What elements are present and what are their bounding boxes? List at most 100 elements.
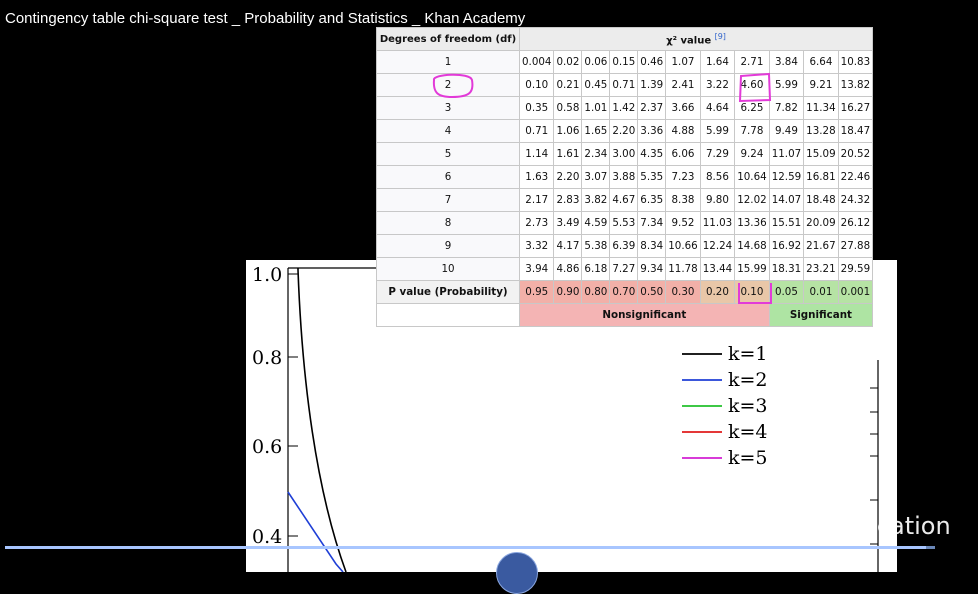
x2-value-cell: 1.61 (553, 142, 583, 166)
y-tick-label: 1.0 (252, 264, 282, 286)
df-cell: 3 (376, 96, 520, 120)
legend-label: k=5 (728, 447, 768, 469)
x2-value-cell: 3.07 (581, 165, 611, 189)
significance-row: Nonsignificant Significant (376, 303, 874, 327)
p-value-cell: 0.30 (665, 280, 701, 304)
legend-label: k=2 (728, 369, 768, 391)
x2-value-cell: 7.29 (699, 142, 736, 166)
x2-value-cell: 2.20 (609, 119, 639, 143)
x2-value-cell: 0.02 (553, 50, 583, 74)
x2-value-cell: 6.18 (581, 257, 611, 281)
x2-value-cell: 26.12 (837, 211, 874, 235)
x2-value-cell: 2.17 (518, 188, 555, 212)
x2-header: χ² value [9] (518, 27, 874, 51)
x2-value-cell: 20.09 (803, 211, 839, 235)
table-row: 4 0.71 1.06 1.65 2.20 3.36 4.88 5.99 7.78 9.49 13.… (376, 119, 874, 143)
x2-value-cell: 3.84 (768, 50, 805, 74)
x2-value-cell: 0.46 (637, 50, 667, 74)
x2-value-cell: 13.28 (803, 119, 839, 143)
x2-value-cell: 1.06 (553, 119, 583, 143)
x2-value-cell: 1.65 (581, 119, 611, 143)
df-cell: 8 (376, 211, 520, 235)
x2-value-cell: 5.53 (609, 211, 639, 235)
p-value-label: P value (Probability) (376, 280, 520, 304)
x2-value-cell: 10.64 (734, 165, 770, 189)
legend-label: k=4 (728, 421, 768, 443)
p-value-cell: 0.10 (734, 280, 770, 304)
x2-value-cell: 2.83 (553, 188, 583, 212)
x2-value-cell: 6.35 (637, 188, 667, 212)
x2-value-cell: 3.22 (699, 73, 736, 97)
x2-value-cell: 6.06 (665, 142, 701, 166)
legend-label: k=3 (728, 395, 768, 417)
x2-value-cell: 20.52 (837, 142, 874, 166)
df-cell: 5 (376, 142, 520, 166)
x2-value-cell: 4.88 (665, 119, 701, 143)
x2-value-cell: 0.71 (518, 119, 555, 143)
x2-value-cell: 12.02 (734, 188, 770, 212)
x2-value-cell: 21.67 (803, 234, 839, 258)
x2-value-cell: 1.14 (518, 142, 555, 166)
x2-value-cell: 13.44 (699, 257, 736, 281)
p-value-cell: 0.01 (803, 280, 839, 304)
x2-value-cell: 8.34 (637, 234, 667, 258)
x2-value-cell: 11.78 (665, 257, 701, 281)
df-cell: 9 (376, 234, 520, 258)
watermark-text: PythonEducation (748, 512, 951, 540)
x2-value-cell: 23.21 (803, 257, 839, 281)
x2-ref-link[interactable]: [9] (715, 32, 726, 41)
x2-value-cell: 2.73 (518, 211, 555, 235)
x2-value-cell: 7.78 (734, 119, 770, 143)
x2-value-cell: 6.64 (803, 50, 839, 74)
x2-value-cell: 0.71 (609, 73, 639, 97)
x2-value-cell: 0.45 (581, 73, 611, 97)
p-value-cell: 0.70 (609, 280, 639, 304)
x2-value-cell: 10.66 (665, 234, 701, 258)
x2-value-cell: 0.58 (553, 96, 583, 120)
x2-value-cell: 3.36 (637, 119, 667, 143)
y-tick-label: 0.8 (252, 347, 282, 369)
df-cell: 7 (376, 188, 520, 212)
x2-value-cell: 4.86 (553, 257, 583, 281)
x2-value-cell: 11.03 (699, 211, 736, 235)
x2-value-cell: 0.35 (518, 96, 555, 120)
x2-value-cell: 9.80 (699, 188, 736, 212)
x2-value-cell: 4.60 (734, 73, 770, 97)
x2-value-cell: 3.82 (581, 188, 611, 212)
x2-value-cell: 1.63 (518, 165, 555, 189)
x2-value-cell: 3.66 (665, 96, 701, 120)
x2-value-cell: 10.83 (837, 50, 874, 74)
p-value-cell: 0.001 (837, 280, 874, 304)
x2-value-cell: 27.88 (837, 234, 874, 258)
significant-label: Significant (768, 303, 874, 327)
x2-value-cell: 24.32 (837, 188, 874, 212)
df-cell: 10 (376, 257, 520, 281)
p-value-cell: 0.95 (518, 280, 555, 304)
curve-k1 (297, 268, 347, 572)
progress-bar[interactable] (5, 546, 935, 549)
x2-header-label: χ² value (666, 35, 712, 47)
play-button[interactable] (496, 552, 538, 594)
x2-value-cell: 5.99 (699, 119, 736, 143)
df-cell: 6 (376, 165, 520, 189)
x2-value-cell: 5.35 (637, 165, 667, 189)
x2-value-cell: 4.17 (553, 234, 583, 258)
x2-value-cell: 16.92 (768, 234, 805, 258)
x2-value-cell: 7.82 (768, 96, 805, 120)
x2-value-cell: 0.15 (609, 50, 639, 74)
x2-value-cell: 8.56 (699, 165, 736, 189)
x2-value-cell: 3.94 (518, 257, 555, 281)
table-row: 2 0.10 0.21 0.45 0.71 1.39 2.41 3.22 4.60 5.99 9.2… (376, 73, 874, 97)
blank-cell (376, 303, 520, 327)
x2-value-cell: 1.42 (609, 96, 639, 120)
x2-value-cell: 8.38 (665, 188, 701, 212)
x2-value-cell: 13.82 (837, 73, 874, 97)
x2-value-cell: 14.68 (734, 234, 770, 258)
legend-label: k=1 (728, 343, 768, 365)
progress-fill (5, 546, 926, 549)
table-row: 8 2.73 3.49 4.59 5.53 7.34 9.52 11.03 13.36 15.51… (376, 211, 874, 235)
x2-value-cell: 2.41 (665, 73, 701, 97)
nonsignificant-label: Nonsignificant (519, 303, 770, 327)
x2-value-cell: 7.34 (637, 211, 667, 235)
df-cell: 2 (376, 73, 520, 97)
